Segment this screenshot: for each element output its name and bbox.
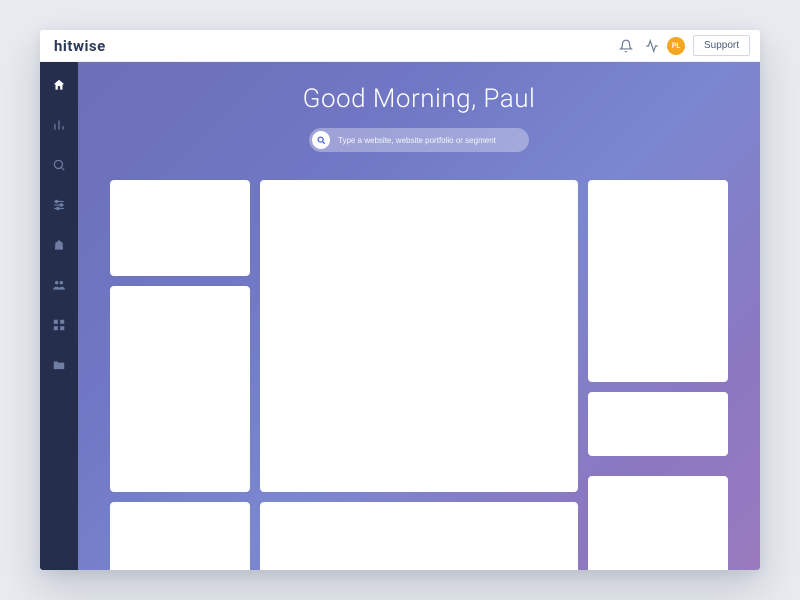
home-icon [52,78,66,92]
card-top-left-1[interactable] [110,180,250,276]
sidebar-item-shopping[interactable] [40,228,78,262]
sidebar-item-settings[interactable] [40,188,78,222]
activity-icon[interactable] [641,35,663,57]
chart-icon [52,118,66,132]
search-bar[interactable] [309,128,529,152]
card-center-bottom[interactable] [260,502,578,570]
app-frame: hitwise PL Support [40,30,760,570]
bag-icon [52,238,66,252]
dashboard-grid [110,180,728,570]
card-bottom-right[interactable] [588,476,728,570]
search-icon [52,158,66,172]
card-bottom-left[interactable] [110,502,250,570]
sidebar-item-search[interactable] [40,148,78,182]
search-input[interactable] [330,136,526,145]
brand-logo: hitwise [54,37,106,55]
sidebar [40,62,78,570]
folder-icon [52,358,66,372]
sidebar-item-analytics[interactable] [40,108,78,142]
sidebar-item-files[interactable] [40,348,78,382]
main: Good Morning, Paul [78,62,760,570]
sidebar-item-audience[interactable] [40,268,78,302]
sliders-icon [52,198,66,212]
body: Good Morning, Paul [40,62,760,570]
avatar[interactable]: PL [667,37,685,55]
notifications-icon[interactable] [615,35,637,57]
greeting-text: Good Morning, Paul [78,84,760,114]
card-top-left-2[interactable] [110,286,250,492]
topbar: hitwise PL Support [40,30,760,62]
people-icon [52,278,66,292]
sidebar-item-apps[interactable] [40,308,78,342]
card-top-right[interactable] [588,180,728,382]
card-mid-right[interactable] [588,392,728,456]
support-button[interactable]: Support [693,35,750,56]
card-center-large[interactable] [260,180,578,492]
search-icon [312,131,330,149]
sidebar-item-home[interactable] [40,68,78,102]
grid-icon [52,318,66,332]
